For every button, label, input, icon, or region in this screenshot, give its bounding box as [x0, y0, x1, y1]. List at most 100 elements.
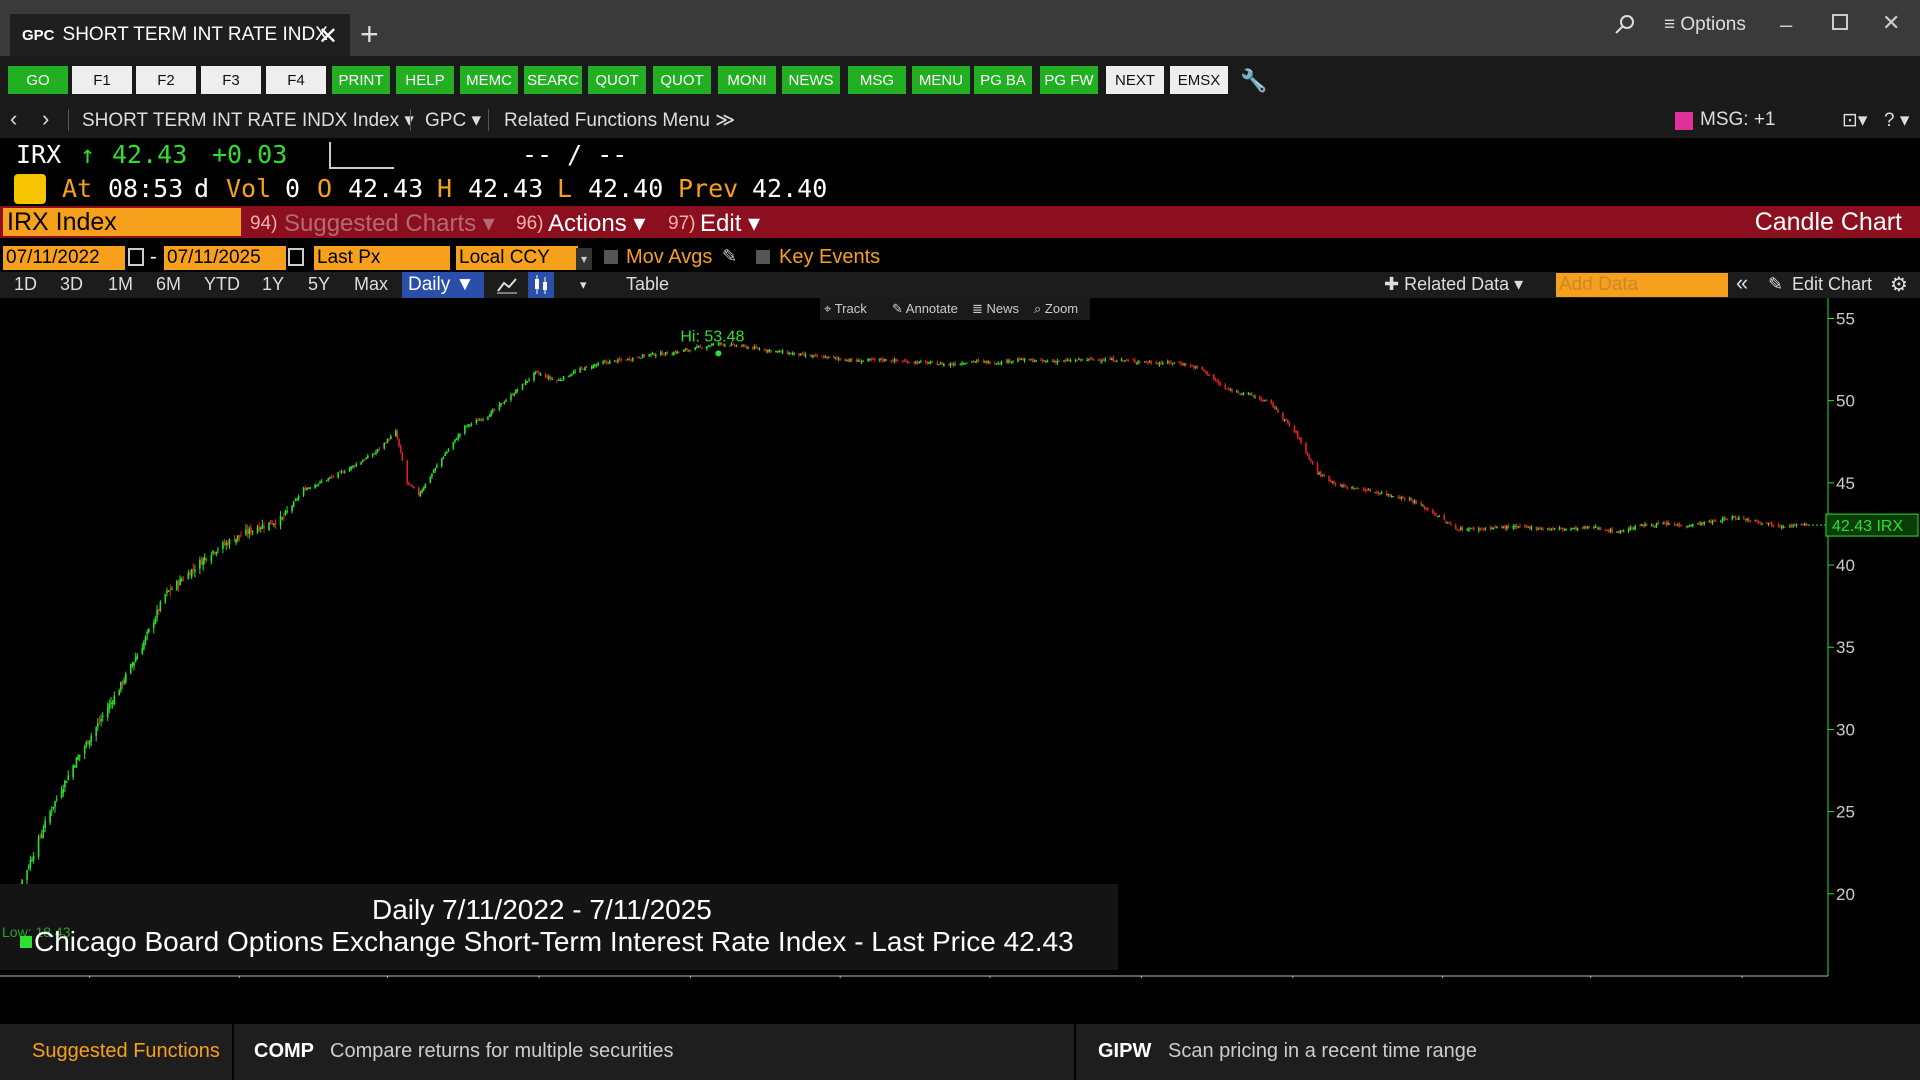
minimize-icon[interactable]: – — [1780, 12, 1792, 38]
line-chart-icon[interactable] — [496, 276, 518, 294]
ticker-input[interactable]: IRX Index — [3, 208, 241, 236]
suggested-charts-menu[interactable]: Suggested Charts ▾ — [284, 209, 495, 238]
fkey-next[interactable]: NEXT — [1106, 66, 1164, 94]
candle-body — [1400, 496, 1403, 499]
fkey-emsx[interactable]: EMSX — [1170, 66, 1228, 94]
back-icon[interactable]: ‹ — [10, 106, 17, 132]
annotate-tool[interactable]: ✎ Annotate — [892, 301, 958, 317]
period-5y[interactable]: 5Y — [308, 274, 330, 295]
add-data-input[interactable]: Add Data — [1556, 273, 1728, 297]
fkey-pg-fw[interactable]: PG FW — [1040, 66, 1098, 94]
fkey-msg[interactable]: MSG — [848, 66, 906, 94]
new-tab-icon[interactable]: + — [360, 16, 379, 53]
candle-body — [1738, 517, 1740, 520]
forward-icon[interactable]: › — [42, 106, 49, 132]
close-tab-icon[interactable]: ✕ — [318, 22, 338, 51]
period-ytd[interactable]: YTD — [204, 274, 240, 295]
candle-body — [1191, 365, 1194, 367]
chevron-down-icon[interactable]: ▾ — [580, 277, 587, 293]
pencil-icon[interactable]: ✎ — [1768, 274, 1783, 295]
candle-body — [1609, 529, 1612, 532]
gipw-function-desc[interactable]: Scan pricing in a recent time range — [1168, 1040, 1477, 1063]
calendar-icon[interactable] — [128, 248, 144, 266]
layout-icon[interactable]: ⊡▾ — [1842, 109, 1867, 132]
edit-chart-button[interactable]: Edit Chart — [1792, 274, 1872, 295]
candle-chart-icon[interactable] — [528, 272, 554, 298]
period-1m[interactable]: 1M — [108, 274, 133, 295]
fkey-f1[interactable]: F1 — [72, 66, 132, 94]
candle-body — [154, 618, 157, 624]
fkey-f3[interactable]: F3 — [201, 66, 261, 94]
period-max[interactable]: Max — [354, 274, 388, 295]
table-button[interactable]: Table — [626, 274, 669, 295]
candle-body — [1402, 497, 1404, 499]
function-dropdown[interactable]: GPC ▾ — [425, 109, 481, 132]
chevron-down-icon[interactable]: ▾ — [576, 248, 592, 270]
zoom-tool[interactable]: ⌕ Zoom — [1034, 301, 1078, 317]
currency-select[interactable]: Local CCY — [456, 246, 578, 270]
comp-function-desc[interactable]: Compare returns for multiple securities — [330, 1040, 673, 1063]
frequency-dropdown[interactable]: Daily ▼ — [402, 272, 484, 298]
mov-avgs-label[interactable]: Mov Avgs — [626, 246, 712, 269]
security-dropdown[interactable]: SHORT TERM INT RATE INDX Index ▾ — [82, 109, 414, 132]
fkey-f2[interactable]: F2 — [136, 66, 196, 94]
gipw-function-code[interactable]: GIPW — [1098, 1040, 1151, 1063]
comp-function-code[interactable]: COMP — [254, 1040, 314, 1063]
candle-body — [371, 454, 374, 457]
actions-menu[interactable]: Actions ▾ — [548, 209, 645, 238]
price-field-select[interactable]: Last Px — [314, 246, 450, 270]
candle-body — [696, 346, 698, 348]
fkey-help[interactable]: HELP — [396, 66, 454, 94]
msg-indicator[interactable]: MSG: +1 — [1700, 109, 1776, 131]
start-date-field[interactable]: 07/11/2022 — [3, 246, 125, 270]
candle-body — [240, 535, 242, 537]
candle-body — [678, 351, 680, 353]
search-icon[interactable] — [1612, 12, 1638, 38]
key-events-label[interactable]: Key Events — [779, 246, 880, 269]
gear-icon[interactable]: ⚙ — [1890, 272, 1908, 297]
candle-chart[interactable]: 2025303540455055Hi: 53.4842.43 IRXSepDec… — [0, 298, 1920, 978]
maximize-icon[interactable] — [1832, 14, 1848, 30]
help-menu[interactable]: ? ▾ — [1884, 109, 1909, 132]
edit-menu[interactable]: Edit ▾ — [700, 209, 760, 238]
panel-tab[interactable]: GPC SHORT TERM INT RATE INDX ✕ — [10, 14, 350, 56]
calendar-icon[interactable] — [288, 248, 304, 266]
candle-body — [457, 435, 460, 440]
period-1d[interactable]: 1D — [14, 274, 37, 295]
fkey-moni[interactable]: MONI — [718, 66, 776, 94]
fkey-memc[interactable]: MEMC — [460, 66, 518, 94]
key-events-checkbox[interactable] — [756, 250, 770, 264]
fkey-go[interactable]: GO — [8, 66, 68, 94]
fkey-menu[interactable]: MENU — [912, 66, 970, 94]
fkey-f4[interactable]: F4 — [266, 66, 326, 94]
period-1y[interactable]: 1Y — [262, 274, 284, 295]
period-3d[interactable]: 3D — [60, 274, 83, 295]
candle-body — [1081, 359, 1083, 361]
candle-body — [64, 780, 66, 788]
wrench-icon[interactable]: 🔧 — [1240, 68, 1267, 94]
fkey-quot[interactable]: QUOT — [653, 66, 711, 94]
fkey-pg-ba[interactable]: PG BA — [974, 66, 1032, 94]
fkey-quot[interactable]: QUOT — [588, 66, 646, 94]
message-icon[interactable] — [1675, 112, 1693, 130]
related-functions-menu[interactable]: Related Functions Menu ≫ — [504, 109, 735, 132]
track-tool[interactable]: ⌖ Track — [824, 301, 867, 317]
fkey-news[interactable]: NEWS — [782, 66, 840, 94]
candle-body — [1300, 438, 1302, 443]
fkey-searc[interactable]: SEARC — [524, 66, 582, 94]
candle-body — [1022, 358, 1024, 361]
collapse-icon[interactable]: « — [1736, 270, 1748, 296]
candle-body — [62, 788, 65, 793]
pencil-icon[interactable]: ✎ — [722, 246, 737, 267]
fkey-print[interactable]: PRINT — [332, 66, 390, 94]
related-data-menu[interactable]: ✚ Related Data ▾ — [1384, 274, 1523, 295]
news-tool[interactable]: ≣ News — [972, 301, 1019, 317]
candle-body — [896, 360, 899, 362]
candle-body — [913, 361, 916, 363]
options-menu[interactable]: ≡ Options — [1664, 14, 1746, 36]
mov-avgs-checkbox[interactable] — [604, 250, 618, 264]
close-window-icon[interactable]: ✕ — [1882, 10, 1900, 36]
end-date-field[interactable]: 07/11/2025 — [164, 246, 286, 270]
period-6m[interactable]: 6M — [156, 274, 181, 295]
candle-body — [1688, 525, 1691, 527]
